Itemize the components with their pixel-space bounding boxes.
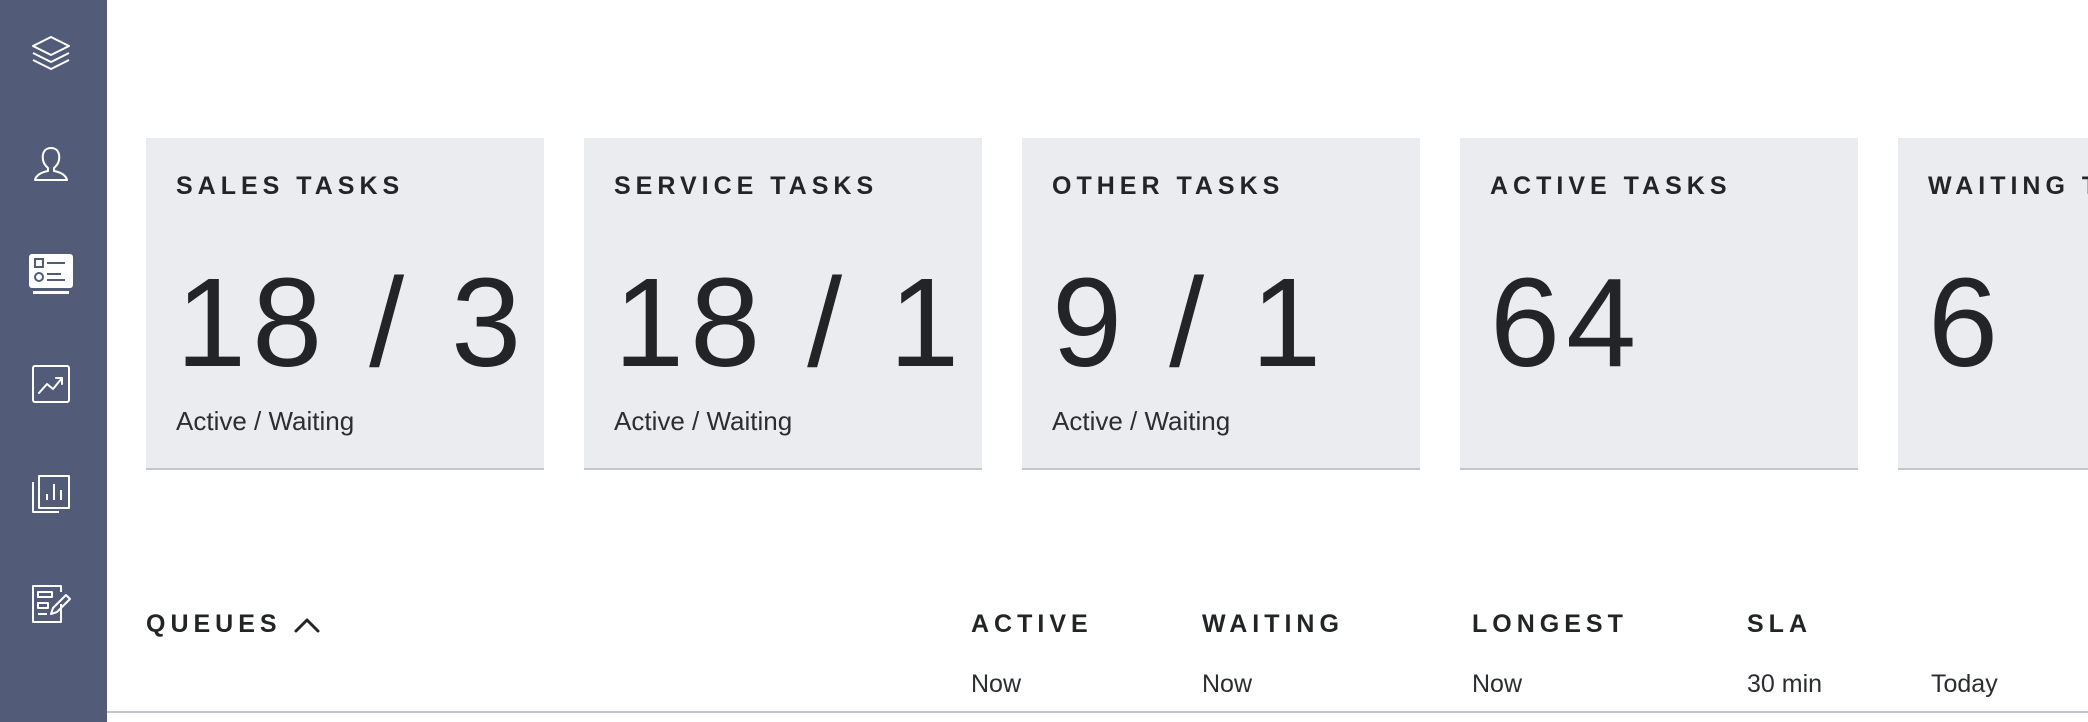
card-value: 64: [1490, 252, 1643, 393]
trend-chart-icon: [29, 362, 73, 406]
stat-card-active[interactable]: ACTIVE TASKS 64: [1460, 138, 1858, 470]
chevron-up-icon: [292, 615, 322, 635]
card-title: ACTIVE TASKS: [1490, 172, 1732, 200]
table-divider: [107, 711, 2088, 713]
sidebar-item-users[interactable]: [27, 140, 75, 188]
sidebar-item-tasks[interactable]: [27, 250, 75, 298]
column-header-waiting: WAITING: [1202, 610, 1344, 638]
card-subtitle: Active / Waiting: [1052, 406, 1231, 436]
card-value: 9 / 1: [1052, 252, 1328, 393]
card-value: 18 / 1: [614, 252, 966, 393]
sidebar-item-analytics[interactable]: [27, 360, 75, 408]
card-title: SERVICE TASKS: [614, 172, 879, 200]
dashboard-main: SALES TASKS 18 / 3 Active / Waiting SERV…: [107, 0, 2088, 722]
stat-card-sales[interactable]: SALES TASKS 18 / 3 Active / Waiting: [146, 138, 544, 470]
stat-card-other[interactable]: OTHER TASKS 9 / 1 Active / Waiting: [1022, 138, 1420, 470]
layers-icon: [29, 32, 73, 76]
card-title: SALES TASKS: [176, 172, 405, 200]
column-subheader-sla: 30 min: [1747, 670, 1823, 698]
column-header-sla: SLA: [1747, 610, 1812, 638]
column-header-active: ACTIVE: [971, 610, 1093, 638]
task-list-icon: [27, 252, 75, 296]
sidebar-item-layers[interactable]: [27, 30, 75, 78]
column-subheader-active: Now: [971, 670, 1022, 698]
card-value: 6: [1928, 252, 2005, 393]
column-subheader-today: Today: [1931, 670, 1998, 698]
card-value: 18 / 3: [176, 252, 528, 393]
column-subheader-waiting: Now: [1202, 670, 1253, 698]
card-title: OTHER TASKS: [1052, 172, 1285, 200]
sidebar-item-forms[interactable]: [27, 580, 75, 628]
stat-card-service[interactable]: SERVICE TASKS 18 / 1 Active / Waiting: [584, 138, 982, 470]
sidebar-item-reports[interactable]: [27, 470, 75, 518]
report-icon: [29, 472, 73, 516]
card-subtitle: Active / Waiting: [176, 406, 355, 436]
card-subtitle: Active / Waiting: [614, 406, 793, 436]
column-subheader-longest: Now: [1472, 670, 1523, 698]
card-title: WAITING TASKS: [1928, 172, 2088, 200]
column-header-longest: LONGEST: [1472, 610, 1628, 638]
app-root: SALES TASKS 18 / 3 Active / Waiting SERV…: [0, 0, 2088, 722]
stat-card-waiting[interactable]: WAITING TASKS 6: [1898, 138, 2088, 470]
user-icon: [29, 142, 73, 186]
queues-title: QUEUES: [146, 610, 282, 638]
sidebar: [0, 0, 107, 722]
edit-form-icon: [29, 582, 73, 626]
queues-toggle[interactable]: QUEUES: [146, 610, 322, 639]
